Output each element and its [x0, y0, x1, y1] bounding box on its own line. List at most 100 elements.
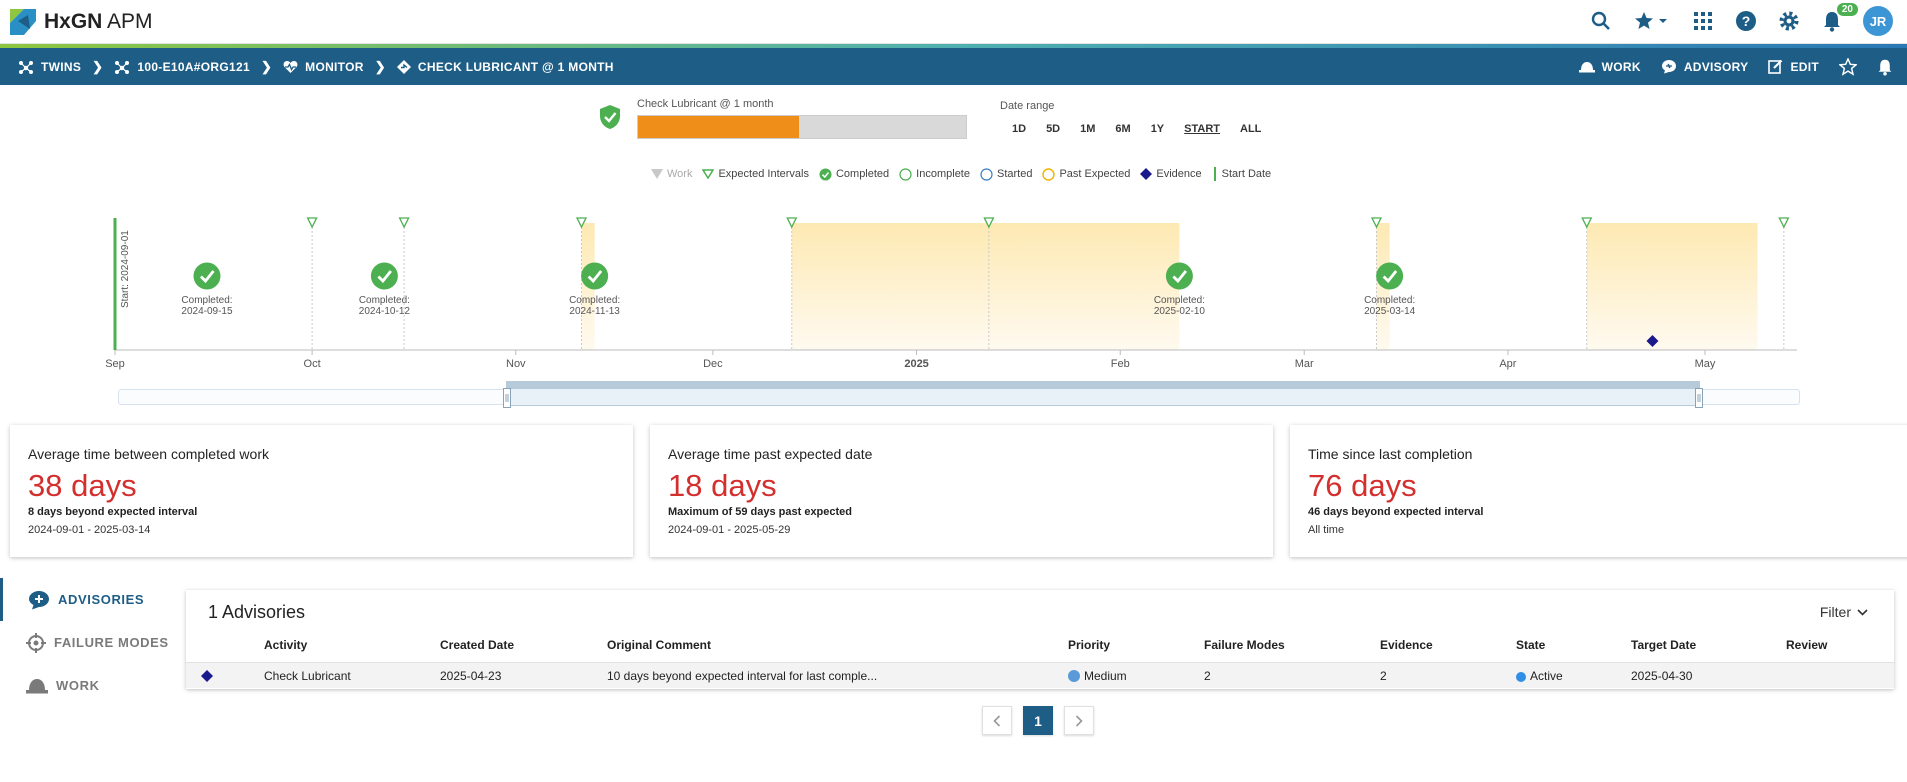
date-range-label: Date range [1000, 100, 1055, 112]
brand-rest: APM [102, 10, 153, 33]
previous-page-button[interactable] [982, 706, 1012, 735]
legend-work[interactable]: Work [651, 168, 692, 180]
notification-count-badge: 20 [1836, 3, 1858, 16]
subscribe-bell-icon[interactable] [1877, 58, 1893, 76]
column-header[interactable]: Priority [1068, 638, 1110, 652]
search-icon[interactable] [1589, 9, 1613, 33]
activity-diamond-icon [396, 59, 411, 74]
legend-start-date[interactable]: Start Date [1212, 167, 1271, 181]
chevron-right-icon: ❯ [92, 58, 104, 74]
completed-label: Completed: [181, 295, 232, 306]
column-header[interactable]: State [1516, 638, 1545, 652]
advisory-button[interactable]: ADVISORY [1661, 59, 1749, 74]
date-range-5d[interactable]: 5D [1036, 121, 1070, 137]
user-avatar[interactable]: JR [1863, 6, 1893, 36]
date-range-1m[interactable]: 1M [1070, 121, 1105, 137]
state-dot-icon [1516, 672, 1526, 682]
legend-evidence-label: Evidence [1156, 168, 1202, 180]
kpi-range: All time [1308, 524, 1345, 536]
navigator-left-handle-icon[interactable] [503, 388, 511, 408]
help-icon[interactable]: ? [1734, 9, 1758, 33]
sidenav-work[interactable]: WORK [0, 664, 180, 707]
evidence-diamond-icon [201, 670, 213, 682]
sidenav-failure-modes[interactable]: FAILURE MODES [0, 621, 180, 664]
chevron-down-icon [1857, 608, 1868, 616]
settings-gear-icon[interactable] [1777, 9, 1801, 33]
cell-evidence: 2 [1380, 669, 1387, 683]
completed-marker [370, 262, 398, 290]
work-button[interactable]: WORK [1578, 60, 1641, 74]
completed-label: Completed: [1154, 295, 1205, 306]
shield-check-icon [600, 105, 620, 129]
chevron-right-icon: ❯ [260, 58, 273, 74]
legend-started[interactable]: Started [980, 167, 1032, 181]
priority-dot-icon [1068, 670, 1080, 682]
apps-grid-icon[interactable] [1691, 9, 1715, 33]
top-bar: HxGN APM ? 20 JR [0, 0, 1907, 44]
date-range-6m[interactable]: 6M [1105, 121, 1140, 137]
x-tick-label: 2025 [904, 358, 928, 370]
x-tick-label: Apr [1499, 358, 1516, 370]
hard-hat-icon [1578, 61, 1595, 72]
legend-expected[interactable]: Expected Intervals [702, 168, 809, 180]
sidenav-advisories[interactable]: ADVISORIES [0, 578, 180, 621]
date-range-all[interactable]: ALL [1230, 121, 1271, 137]
completed-label: Completed: [1364, 295, 1415, 306]
incomplete-circle-icon [899, 167, 912, 181]
breadcrumb-monitor[interactable]: MONITOR [283, 60, 364, 74]
expected-interval-marker [398, 217, 410, 229]
favorites-star-icon[interactable] [1632, 9, 1672, 33]
x-tick-label: Mar [1295, 358, 1314, 370]
column-header[interactable]: Evidence [1380, 638, 1433, 652]
next-page-button[interactable] [1064, 706, 1094, 735]
column-header[interactable]: Target Date [1631, 638, 1696, 652]
section-nav: ADVISORIES FAILURE MODES WORK [0, 578, 180, 707]
status-progress-bar [637, 115, 967, 139]
kpi-value: 18 days [668, 468, 777, 503]
table-row[interactable]: Check Lubricant 2025-04-23 10 days beyon… [186, 662, 1894, 688]
breadcrumb-twins[interactable]: TWINS [18, 60, 81, 74]
column-header[interactable]: Review [1786, 638, 1827, 652]
timeline-navigator-selection[interactable] [503, 381, 1703, 408]
breadcrumb-check-lubricant[interactable]: CHECK LUBRICANT @ 1 MONTH [396, 59, 614, 74]
x-tick-label: Oct [304, 358, 321, 370]
app-logo[interactable]: HxGN APM [8, 7, 153, 37]
kpi-card-avg-between: Average time between completed work 38 d… [10, 425, 633, 557]
filter-button[interactable]: Filter [1820, 604, 1868, 620]
column-header[interactable]: Original Comment [607, 638, 711, 652]
evidence-diamond-icon [1140, 168, 1153, 180]
priority-label: Medium [1084, 669, 1127, 683]
twins-network-icon [115, 60, 130, 74]
legend-evidence[interactable]: Evidence [1140, 168, 1202, 180]
column-header[interactable]: Activity [264, 638, 307, 652]
column-header[interactable]: Failure Modes [1204, 638, 1285, 652]
navigator-right-handle-icon[interactable] [1695, 388, 1703, 408]
chevron-right-icon [1075, 714, 1083, 727]
x-tick-label: May [1695, 358, 1716, 370]
page-button-current[interactable]: 1 [1023, 706, 1053, 735]
crosshair-icon [26, 632, 46, 653]
date-range-1y[interactable]: 1Y [1141, 121, 1174, 137]
breadcrumb-bar: TWINS ❯ 100-E10A#ORG121 ❯ MONITOR ❯ CHEC… [0, 48, 1907, 85]
breadcrumb-asset[interactable]: 100-E10A#ORG121 [114, 60, 250, 74]
favorite-star-icon[interactable] [1839, 57, 1857, 76]
start-date-line-icon [1213, 167, 1216, 181]
twins-network-icon [19, 60, 33, 74]
kpi-subtitle: 8 days beyond expected interval [28, 506, 198, 518]
status-title: Check Lubricant @ 1 month [637, 98, 774, 110]
timeline-chart[interactable]: Sep Oct Nov Dec 2025 Feb Mar Apr May Start: 2024-… [0, 205, 1907, 375]
date-range-start[interactable]: START [1174, 121, 1230, 137]
edit-button[interactable]: EDIT [1768, 59, 1819, 74]
column-header[interactable]: Created Date [440, 638, 514, 652]
notifications-bell-icon[interactable]: 20 [1820, 3, 1858, 33]
legend-completed[interactable]: Completed [819, 168, 889, 181]
navigator-scrollbar[interactable] [507, 382, 1699, 389]
advisories-title: 1 Advisories [208, 602, 306, 622]
cell-target-date: 2025-04-30 [1631, 669, 1693, 683]
legend-incomplete[interactable]: Incomplete [899, 167, 970, 181]
x-tick-label: Feb [1111, 358, 1130, 370]
legend-expected-label: Expected Intervals [718, 168, 809, 180]
date-range-1d[interactable]: 1D [1002, 121, 1036, 137]
legend-past-expected[interactable]: Past Expected [1042, 167, 1130, 181]
kpi-card-avg-past-expected: Average time past expected date 18 days … [650, 425, 1273, 557]
